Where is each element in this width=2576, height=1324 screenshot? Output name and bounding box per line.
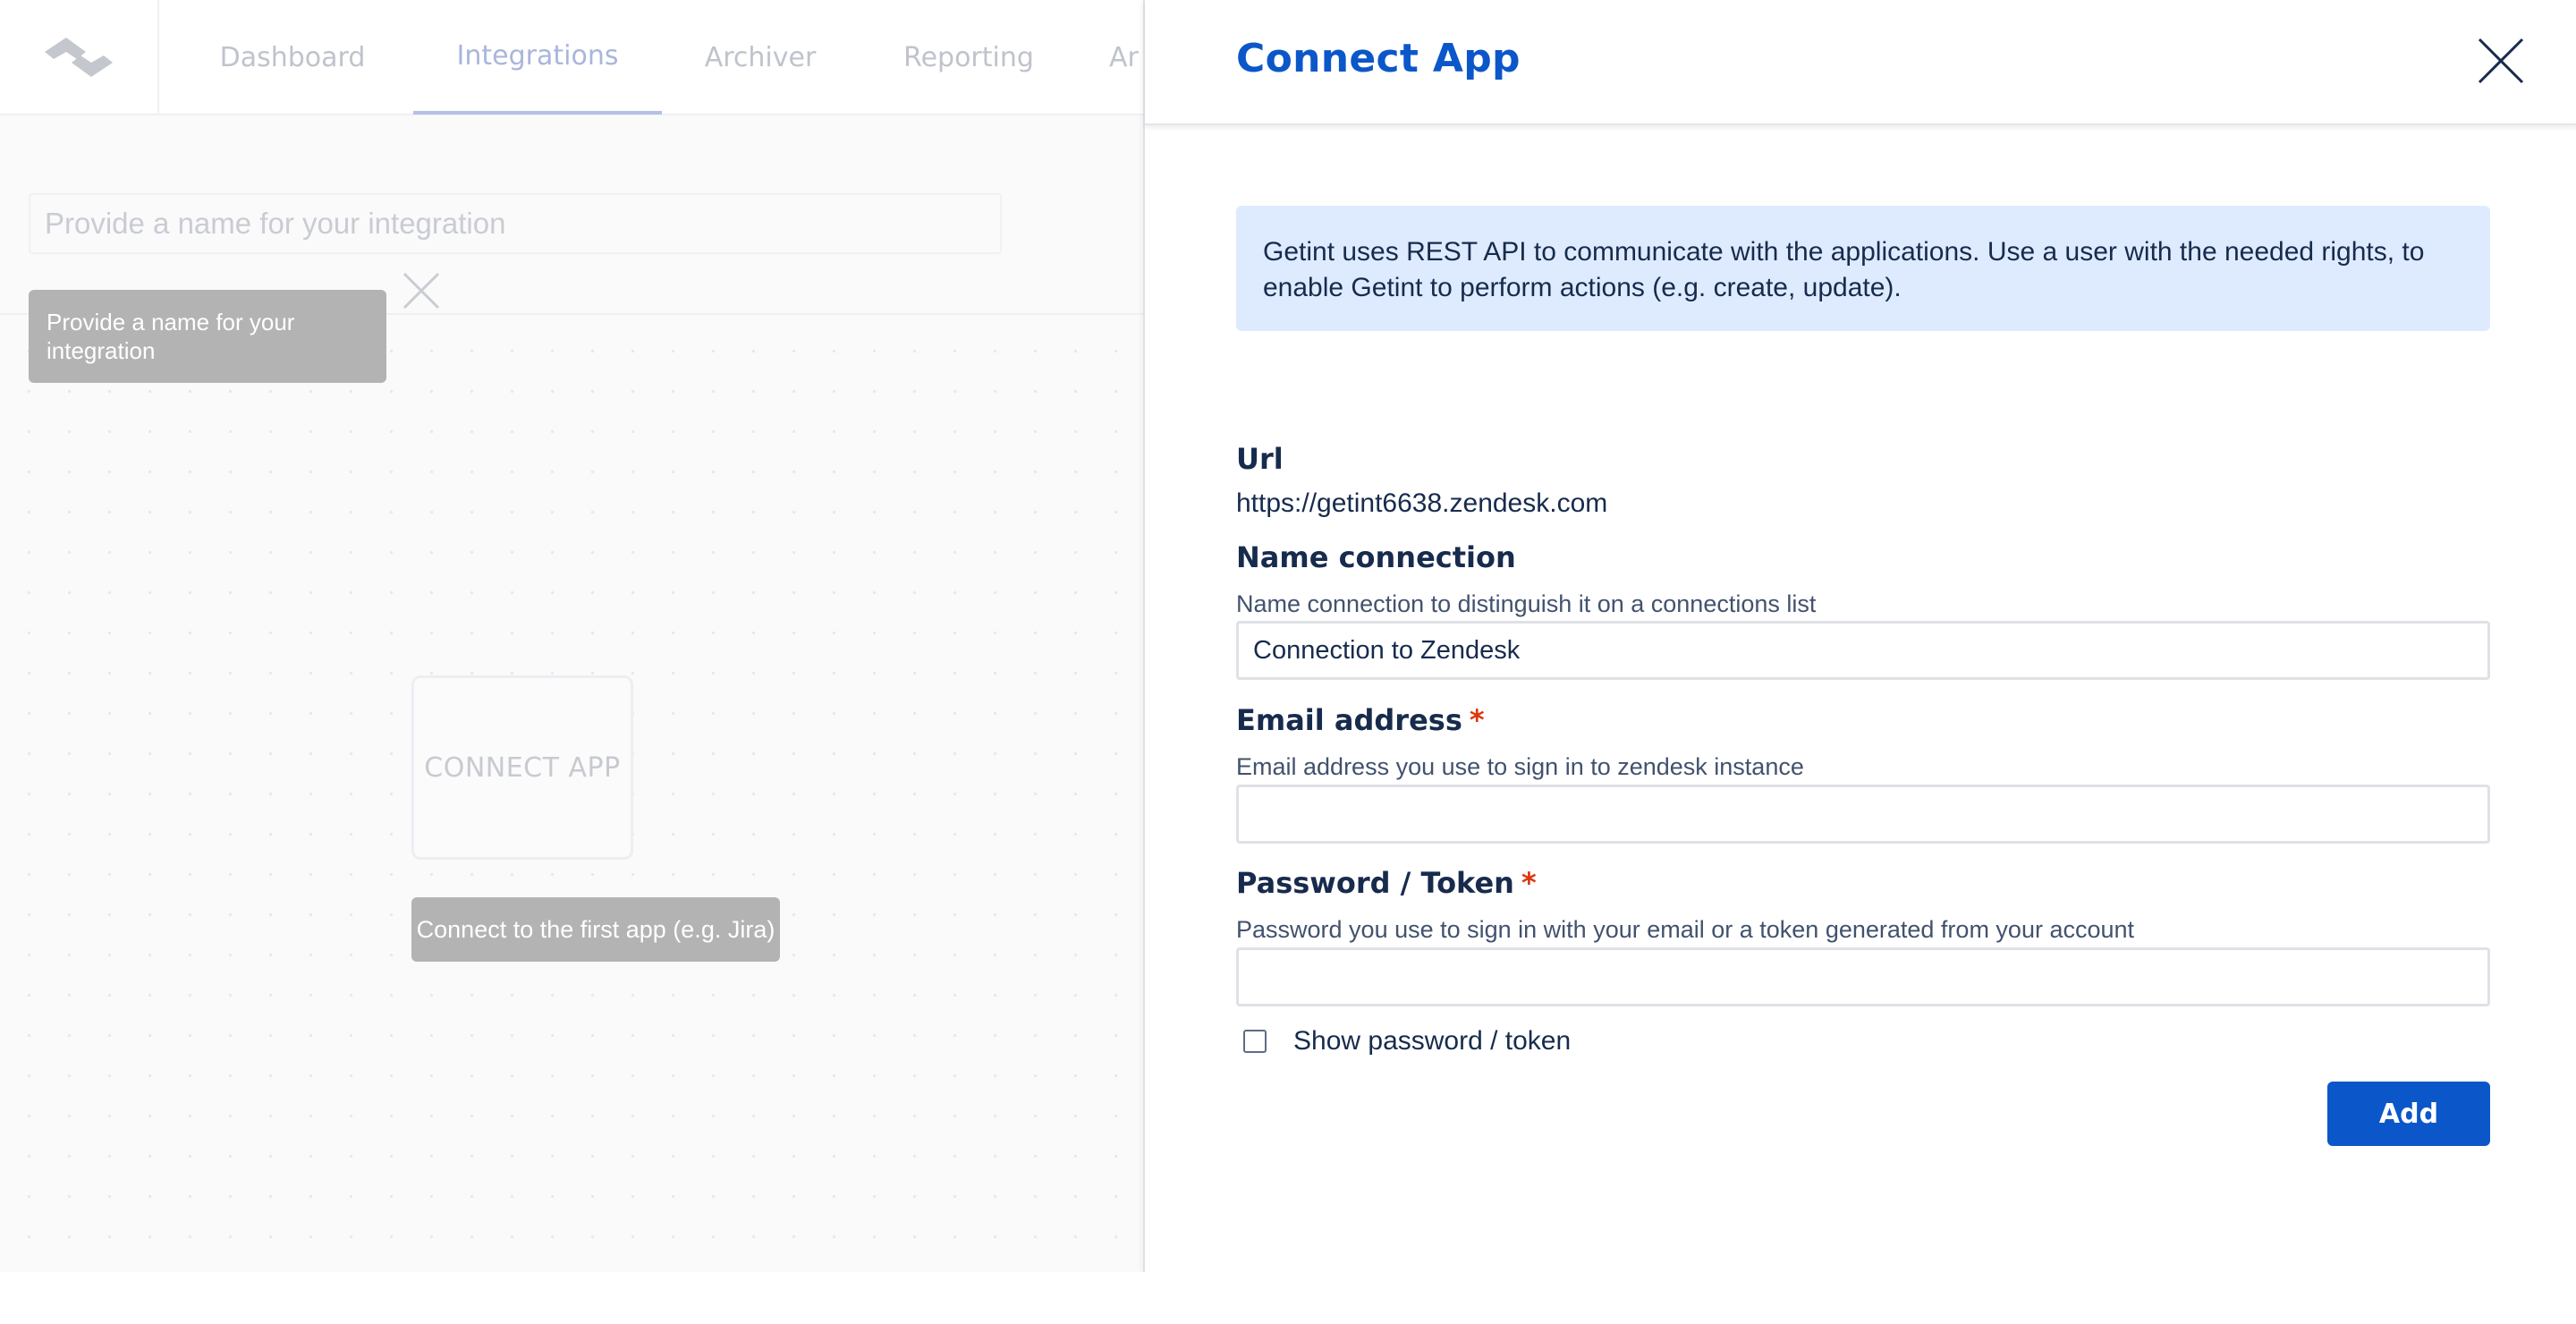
nav-truncated-item[interactable]: Ar (1109, 0, 1145, 115)
nav-dashboard[interactable]: Dashboard (199, 0, 386, 115)
nav-integrations[interactable]: Integrations (413, 0, 662, 115)
url-value: https://getint6638.zendesk.com (1236, 488, 1608, 518)
password-field[interactable] (1236, 947, 2490, 1006)
name-connection-description: Name connection to distinguish it on a c… (1236, 590, 1817, 617)
name-connection-input[interactable] (1236, 621, 2490, 680)
email-field[interactable] (1236, 785, 2490, 844)
nav-archiver[interactable]: Archiver (689, 0, 832, 115)
getint-logo-icon (45, 38, 113, 77)
close-icon (2478, 38, 2524, 84)
top-navigation: Dashboard Integrations Archiver Reportin… (0, 0, 1145, 115)
name-connection-label: Name connection (1236, 540, 1516, 574)
bottom-strip (0, 1272, 2576, 1324)
drawer-header: Connect App (1145, 0, 2576, 125)
password-description: Password you use to sign in with your em… (1236, 916, 2135, 943)
drawer-close-button[interactable] (2476, 36, 2526, 86)
nav-reporting[interactable]: Reporting (891, 0, 1046, 115)
email-description: Email address you use to sign in to zend… (1236, 753, 1804, 780)
connect-app-tooltip: Connect to the first app (e.g. Jira) (411, 897, 780, 962)
password-label: Password / Token * (1236, 866, 1537, 900)
required-marker: * (1521, 866, 1537, 900)
close-icon (402, 272, 440, 310)
required-marker: * (1469, 703, 1485, 737)
add-button[interactable]: Add (2327, 1082, 2490, 1146)
name-tooltip: Provide a name for your integration (29, 290, 386, 383)
integration-name-input[interactable] (29, 193, 1002, 254)
logo-area[interactable] (0, 0, 159, 115)
url-label: Url (1236, 442, 1284, 476)
info-message: Getint uses REST API to communicate with… (1236, 206, 2490, 331)
show-password-label: Show password / token (1293, 1026, 1572, 1056)
checkbox-icon[interactable] (1243, 1030, 1267, 1053)
email-label: Email address * (1236, 703, 1485, 737)
drawer-title: Connect App (1236, 36, 1521, 81)
email-label-text: Email address (1236, 703, 1462, 737)
tooltip-close-button[interactable] (401, 270, 442, 311)
integration-editor-background: Dashboard Integrations Archiver Reportin… (0, 0, 1145, 1324)
connect-app-drawer: Connect App Getint uses REST API to comm… (1143, 0, 2576, 1272)
password-label-text: Password / Token (1236, 866, 1514, 900)
show-password-toggle[interactable]: Show password / token (1243, 1023, 1571, 1059)
connect-app-card[interactable]: CONNECT APP (411, 675, 633, 860)
